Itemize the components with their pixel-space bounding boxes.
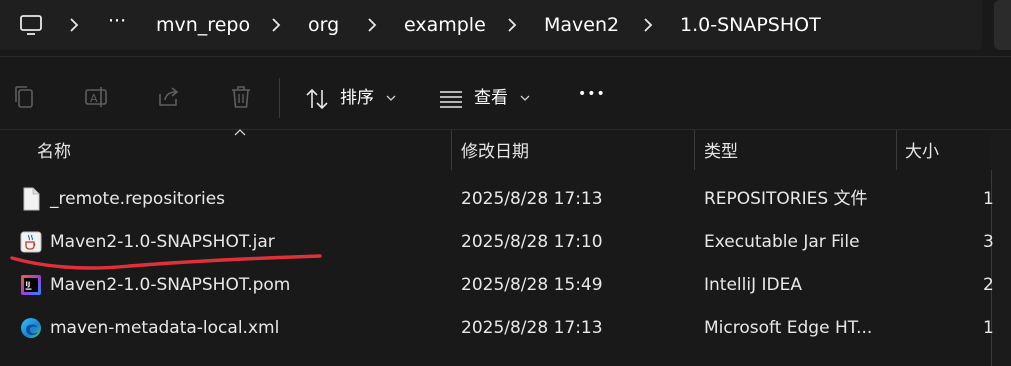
view-label: 查看 xyxy=(474,88,508,108)
file-type: IntelliJ IDEA xyxy=(704,275,802,295)
chevron-right-icon[interactable] xyxy=(638,12,658,38)
chevron-right-icon[interactable] xyxy=(502,12,522,38)
breadcrumb-org[interactable]: org xyxy=(308,13,339,37)
file-modified: 2025/8/28 17:13 xyxy=(461,189,603,209)
column-divider[interactable] xyxy=(451,130,452,170)
file-size: 1 xyxy=(983,318,994,338)
column-divider[interactable] xyxy=(896,130,897,170)
sort-icon xyxy=(306,88,328,110)
breadcrumb-maven2[interactable]: Maven2 xyxy=(544,13,619,37)
file-modified: 2025/8/28 17:10 xyxy=(461,232,603,252)
file-row[interactable]: IJ Maven2-1.0-SNAPSHOT.pom 2025/8/28 15:… xyxy=(0,264,1011,307)
breadcrumb-ellipsis[interactable]: ··· xyxy=(108,9,126,33)
blank-file-icon xyxy=(23,187,40,211)
chevron-right-icon[interactable] xyxy=(64,12,84,38)
column-header-modified[interactable]: 修改日期 xyxy=(461,141,529,163)
svg-text:IJ: IJ xyxy=(26,280,31,288)
file-name: Maven2-1.0-SNAPSHOT.pom xyxy=(50,275,291,295)
sort-ascending-icon xyxy=(234,129,246,136)
file-name: _remote.repositories xyxy=(50,189,226,209)
share-icon[interactable] xyxy=(156,84,182,110)
file-type: REPOSITORIES 文件 xyxy=(704,189,868,209)
toolbar-divider xyxy=(279,78,280,118)
breadcrumb-snapshot[interactable]: 1.0-SNAPSHOT xyxy=(680,13,821,37)
chevron-right-icon[interactable] xyxy=(266,12,286,38)
file-name: maven-metadata-local.xml xyxy=(50,318,280,338)
trash-icon[interactable] xyxy=(228,84,254,110)
column-divider[interactable] xyxy=(694,130,695,170)
breadcrumb-mvn-repo[interactable]: mvn_repo xyxy=(156,13,250,37)
search-box[interactable] xyxy=(994,0,1011,50)
file-row[interactable]: _remote.repositories 2025/8/28 17:13 REP… xyxy=(0,178,1011,221)
view-icon xyxy=(440,91,462,108)
copy-icon[interactable] xyxy=(12,84,38,110)
file-size: 1 xyxy=(983,189,994,209)
breadcrumb-example[interactable]: example xyxy=(404,13,486,37)
svg-text:A: A xyxy=(90,92,98,105)
view-button[interactable]: 查看 xyxy=(434,80,536,116)
column-header-size[interactable]: 大小 xyxy=(905,141,939,163)
file-modified: 2025/8/28 17:13 xyxy=(461,318,603,338)
computer-icon[interactable] xyxy=(18,12,44,38)
address-bar[interactable]: ··· mvn_repo org example Maven2 1.0-SNAP… xyxy=(0,0,982,50)
file-row[interactable]: maven-metadata-local.xml 2025/8/28 17:13… xyxy=(0,307,1011,350)
chevron-down-icon xyxy=(520,95,530,101)
file-size: 3 xyxy=(983,232,994,252)
sort-label: 排序 xyxy=(340,88,374,108)
column-header-type[interactable]: 类型 xyxy=(704,141,738,163)
chevron-down-icon xyxy=(386,95,396,101)
divider xyxy=(0,129,1011,130)
more-icon: ••• xyxy=(578,86,606,102)
sort-button[interactable]: 排序 xyxy=(300,80,402,116)
file-type: Executable Jar File xyxy=(704,232,860,252)
intellij-icon: IJ xyxy=(21,275,41,295)
file-modified: 2025/8/28 15:49 xyxy=(461,275,603,295)
file-size: 2 xyxy=(983,275,994,295)
more-options-button[interactable]: ••• xyxy=(570,82,616,114)
file-type: Microsoft Edge HT... xyxy=(704,318,873,338)
chevron-right-icon[interactable] xyxy=(362,12,382,38)
rename-icon[interactable]: A xyxy=(84,84,110,110)
column-header-name[interactable]: 名称 xyxy=(37,141,71,163)
divider xyxy=(0,56,1011,57)
edge-icon xyxy=(21,318,41,338)
